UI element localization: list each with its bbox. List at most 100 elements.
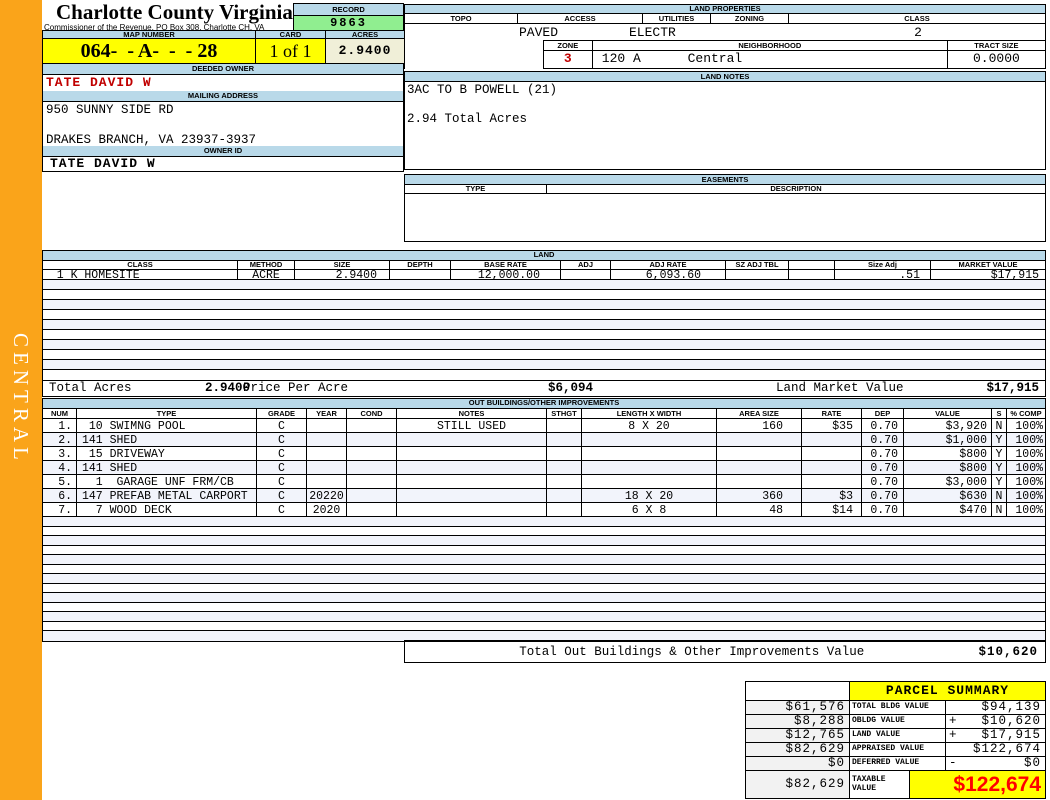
ob-type: 141 SHED xyxy=(77,433,257,447)
ob-s-flag: Y xyxy=(992,447,1007,461)
ob-year xyxy=(307,475,347,489)
ob-year xyxy=(307,419,347,433)
ob-year xyxy=(307,447,347,461)
address-line2: DRAKES BRANCH, VA 23937-3937 xyxy=(46,133,257,147)
ob-type: 1 GARAGE UNF FRM/CB xyxy=(77,475,257,489)
outbuildings-header: NUM TYPE GRADE YEAR COND NOTES STHGT LEN… xyxy=(43,409,1045,419)
ob-s-flag: Y xyxy=(992,461,1007,475)
ps-current-value: $122,674 xyxy=(946,743,1046,757)
tract-size-label: TRACT SIZE xyxy=(947,41,1045,51)
ob-cond xyxy=(347,475,397,489)
empty-row xyxy=(43,612,1045,622)
ob-col-cond: COND xyxy=(347,409,397,419)
parcel-summary-row: $82,629 APPRAISED VALUE $122,674 xyxy=(746,743,1046,757)
ob-sthgt xyxy=(547,447,582,461)
ob-col-value: VALUE xyxy=(904,409,992,419)
ob-rate xyxy=(802,447,862,461)
land-col-sz-adj-tbl: SZ ADJ TBL xyxy=(726,261,789,270)
ob-dep: 0.70 xyxy=(862,461,904,475)
neighborhood-sidebar: CENTRAL xyxy=(0,0,42,800)
land-depth-cell xyxy=(390,270,451,280)
ob-s-flag: N xyxy=(992,489,1007,503)
ob-value: $470 xyxy=(904,503,992,517)
land-notes-gap xyxy=(407,97,1045,112)
ps-amount: $94,139 xyxy=(981,700,1041,714)
zone-spacer xyxy=(405,40,543,69)
empty-row xyxy=(43,330,1045,340)
ob-rate: $14 xyxy=(802,503,862,517)
address-gap xyxy=(46,117,403,133)
col-utilities: UTILITIES xyxy=(643,14,711,24)
ob-notes xyxy=(397,475,547,489)
empty-row xyxy=(43,290,1045,300)
parcel-summary-header: PARCEL SUMMARY xyxy=(746,682,1046,701)
zone-row: ZONE NEIGHBORHOOD TRACT SIZE 3 120 A Cen… xyxy=(404,40,1046,69)
land-col-depth: DEPTH xyxy=(390,261,451,270)
ob-type: 147 PREFAB METAL CARPORT xyxy=(77,489,257,503)
outbuilding-row: 4. 141 SHED C 0.70 $800 Y 100% xyxy=(43,461,1045,475)
tract-size-value: 0.0000 xyxy=(972,51,1020,66)
ob-sthgt xyxy=(547,489,582,503)
card-value: 1 of 1 xyxy=(256,39,326,64)
ob-grade: C xyxy=(257,489,307,503)
ob-pct-comp: 100% xyxy=(1007,419,1045,433)
ob-num: 2. xyxy=(43,433,77,447)
empty-row xyxy=(43,565,1045,574)
ps-prev-value: $61,576 xyxy=(746,701,850,715)
price-per-acre-value: $6,094 xyxy=(548,381,594,395)
land-note-line2: 2.94 Total Acres xyxy=(407,112,528,126)
land-market-value-cell: $17,915 xyxy=(931,270,1045,281)
ob-value: $800 xyxy=(904,447,992,461)
ob-rate xyxy=(802,461,862,475)
ob-area xyxy=(717,475,802,489)
acres-value: 2.9400 xyxy=(326,39,405,64)
ob-col-grade: GRADE xyxy=(257,409,307,419)
outbuildings-total-row: Total Out Buildings & Other Improvements… xyxy=(404,640,1046,663)
parcel-summary-empty-cell xyxy=(746,682,850,701)
outbuildings-total-value: $10,620 xyxy=(978,644,1038,659)
ob-area xyxy=(717,447,802,461)
land-class-cell: 1 K HOMESITE xyxy=(43,270,238,281)
parcel-summary-row: $82,629 TAXABLE VALUE $122,674 xyxy=(746,771,1046,799)
land-row: 1 K HOMESITE ACRE 2.9400 12,000.00 6,093… xyxy=(43,270,1045,281)
ps-current-value: + $17,915 xyxy=(946,729,1046,743)
parcel-summary-row: $0 DEFERRED VALUE - $0 xyxy=(746,757,1046,771)
ps-operator: + xyxy=(949,714,958,728)
land-market-value-label: Land Market Value xyxy=(776,381,904,395)
ob-col-type: TYPE xyxy=(77,409,257,419)
ob-type: 10 SWIMNG POOL xyxy=(77,419,257,433)
parcel-summary-title: PARCEL SUMMARY xyxy=(850,682,1046,701)
outbuilding-row: 6. 147 PREFAB METAL CARPORT C 20220 18 X… xyxy=(43,489,1045,503)
ob-cond xyxy=(347,447,397,461)
ob-rate xyxy=(802,433,862,447)
empty-row xyxy=(43,536,1045,546)
ob-col-sthgt: STHGT xyxy=(547,409,582,419)
empty-row xyxy=(43,555,1045,565)
ob-pct-comp: 100% xyxy=(1007,503,1045,517)
ob-area xyxy=(717,461,802,475)
easement-type-label: TYPE xyxy=(405,185,547,194)
ob-value: $3,920 xyxy=(904,419,992,433)
access-value: PAVED xyxy=(519,25,559,40)
ob-grade: C xyxy=(257,503,307,517)
ob-notes: STILL USED xyxy=(397,419,547,433)
ob-value: $800 xyxy=(904,461,992,475)
ob-lxw xyxy=(582,475,717,489)
ps-amount: $122,674 xyxy=(953,773,1041,796)
ob-num: 6. xyxy=(43,489,77,503)
empty-row xyxy=(43,350,1045,360)
property-record-card: { "sidebar": { "label": "CENTRAL" }, "he… xyxy=(0,0,1050,800)
land-col-adj: ADJ xyxy=(561,261,611,270)
ob-sthgt xyxy=(547,503,582,517)
ps-amount: $10,620 xyxy=(981,714,1041,728)
deeded-owner-value: TATE DAVID W xyxy=(42,75,404,91)
ob-area: 48 xyxy=(717,503,802,517)
ob-rate xyxy=(802,475,862,489)
ob-pct-comp: 100% xyxy=(1007,461,1045,475)
empty-row xyxy=(43,546,1045,555)
land-adj-rate-cell: 6,093.60 xyxy=(611,270,726,281)
ps-current-value: + $10,620 xyxy=(946,715,1046,729)
ob-cond xyxy=(347,489,397,503)
ob-grade: C xyxy=(257,461,307,475)
ob-grade: C xyxy=(257,419,307,433)
